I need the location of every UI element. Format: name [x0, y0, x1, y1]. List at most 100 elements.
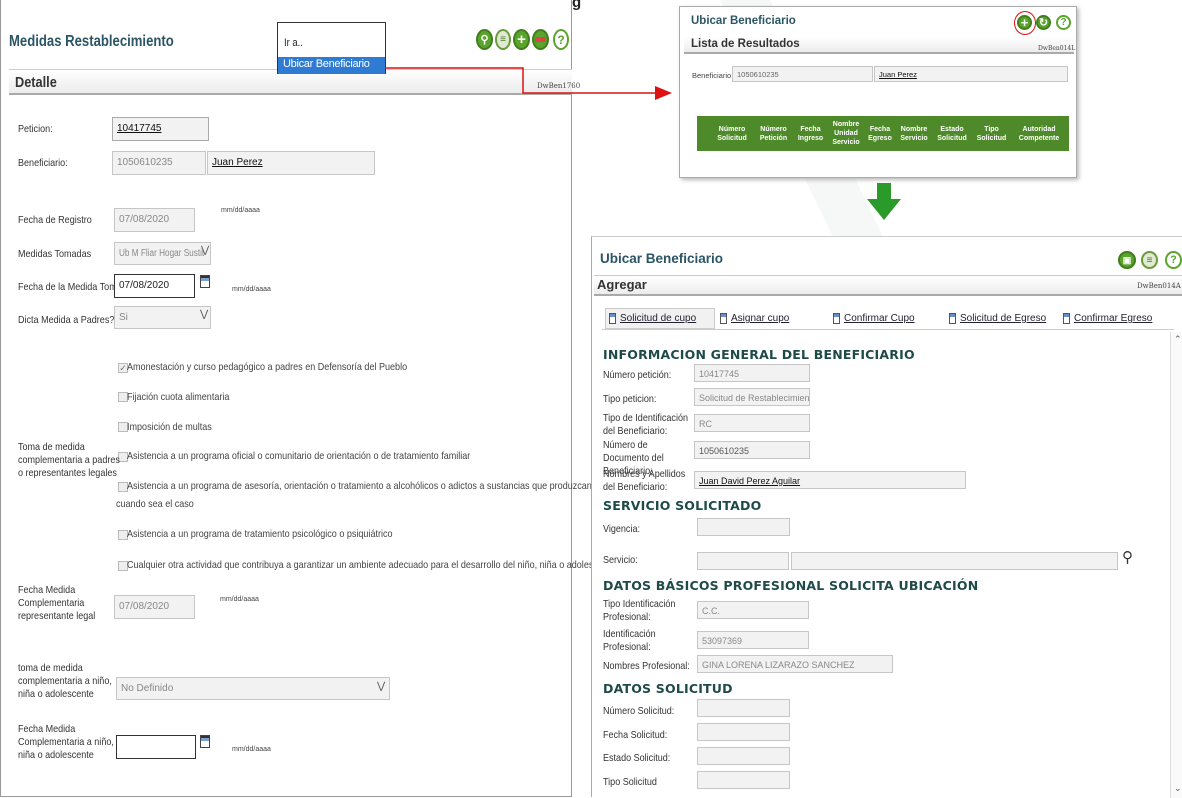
checkbox-label-0: Amonestación y curso pedagógico a padres…: [127, 361, 408, 373]
vigencia-label: Vigencia:: [603, 523, 640, 535]
help-icon[interactable]: ?: [1056, 15, 1071, 30]
beneficiario-name-field[interactable]: Juan Perez: [207, 151, 375, 175]
estado-sol-field[interactable]: [697, 747, 790, 765]
num-sol-label: Número Solicitud:: [603, 705, 675, 717]
search-panel: Ubicar Beneficiario + ↻ ? Lista de Resul…: [679, 6, 1077, 178]
tipo-id-field: RC: [694, 414, 810, 432]
tipo-peticion-label: Tipo peticion:: [603, 393, 657, 405]
col-autoridad-competente[interactable]: Autoridad Competente: [1011, 125, 1067, 143]
calendar-icon: [720, 313, 727, 324]
checkbox-label-4b: cuando sea el caso: [116, 498, 194, 510]
beneficiario-id-field: 1050610235: [112, 151, 206, 175]
results-table-header-cols: Número Solicitud Número Petición Fecha Ingr…: [697, 116, 1069, 151]
add-icon[interactable]: +: [1017, 15, 1032, 30]
calendar-icon[interactable]: [200, 735, 210, 748]
fecha-comp-label: Fecha Medida Complementaria representant…: [18, 584, 96, 622]
fecha-sol-field[interactable]: [697, 723, 790, 741]
id-prof-field: 53097369: [697, 631, 809, 649]
left-panel: Medidas Restablecimiento ⚲ ≡ + ? Detalle…: [0, 0, 649, 797]
date-format-hint: mm/dd/aaaa: [232, 286, 271, 293]
date-format-hint: mm/dd/aaaa: [232, 746, 271, 753]
tab-confirmar-cupo[interactable]: Confirmar Cupo: [833, 308, 915, 329]
section-servicio: SERVICIO SOLICITADO: [603, 498, 762, 513]
num-peticion-field: 10417745: [694, 364, 810, 382]
calendar-icon[interactable]: [200, 275, 210, 288]
num-peticion-label: Número petición:: [603, 369, 672, 381]
date-format-hint: mm/dd/aaaa: [220, 596, 259, 603]
section-info: INFORMACION GENERAL DEL BENEFICIARIO: [603, 347, 915, 362]
date-format-hint: mm/dd/aaaa: [221, 207, 260, 214]
col-fecha-egreso[interactable]: Fecha Egreso: [864, 125, 896, 143]
search-code: DwBen014L: [1038, 45, 1076, 52]
nombres-prof-field: GINA LORENA LIZARAZO SANCHEZ: [697, 655, 893, 673]
medidas-tomadas-value: Ub M Fliar Hogar Sustit: [119, 248, 205, 259]
chevron-down-icon: ⋁: [200, 309, 209, 320]
search-icon[interactable]: ⚲: [476, 29, 493, 50]
nombres-label: Nombres y Apellidos del Beneficiario:: [603, 468, 686, 493]
num-doc-field: 1050610235: [694, 441, 810, 459]
scroll-up-icon[interactable]: ⌃: [1174, 334, 1182, 345]
help-icon[interactable]: ?: [553, 29, 569, 50]
fecha-nino-field[interactable]: [116, 735, 196, 759]
beneficiario-label: Beneficiario:: [18, 157, 68, 169]
fecha-registro-label: Fecha de Registro: [18, 214, 92, 226]
vigencia-field[interactable]: [697, 518, 790, 536]
col-estado-solicitud[interactable]: Estado Solicitud: [932, 125, 972, 143]
toma-nino-select[interactable]: No Definido: [116, 677, 390, 700]
add-panel: Ubicar Beneficiario ▣ ≡ ? Agregar DwBen0…: [591, 236, 1182, 798]
list-icon[interactable]: ≡: [495, 29, 511, 50]
medidas-tomadas-label: Medidas Tomadas: [18, 248, 92, 260]
scroll-down-icon[interactable]: ⌄: [1174, 783, 1182, 794]
checkbox-label-6: Cualquier otra actividad que contribuya …: [127, 559, 616, 571]
fecha-nino-label: Fecha Medida Complementaria a niño, niña…: [18, 723, 114, 761]
tab-solicitud-cupo[interactable]: Solicitud de cupo: [605, 308, 715, 329]
tab-confirmar-egreso[interactable]: Confirmar Egreso: [1063, 308, 1152, 329]
medidas-tomadas-select[interactable]: Ub M Fliar Hogar Sustit: [114, 242, 211, 265]
remove-icon[interactable]: [532, 29, 549, 50]
search-icon[interactable]: ⚲: [1122, 548, 1133, 566]
dicta-select[interactable]: Si: [114, 306, 211, 329]
fecha-registro-field: 07/08/2020: [114, 208, 195, 232]
calendar-icon: [949, 313, 956, 324]
scrollbar[interactable]: ⌃ ⌄: [1170, 332, 1182, 798]
nombres-field[interactable]: Juan David Perez Aguilar: [694, 471, 966, 489]
tipo-sol-field[interactable]: [697, 771, 790, 789]
search-beneficiario-id: 1050610235: [732, 66, 873, 82]
col-fecha-ingreso[interactable]: Fecha Ingreso: [793, 125, 828, 143]
col-nombre-servicio[interactable]: Nombre Servicio: [896, 125, 932, 143]
help-icon[interactable]: ?: [1165, 251, 1182, 269]
search-beneficiario-name[interactable]: Juan Perez: [874, 66, 1068, 82]
green-arrow-down: [867, 183, 901, 220]
checkbox-label-2: Imposición de multas: [127, 421, 212, 433]
search-panel-title: Ubicar Beneficiario: [691, 15, 796, 27]
save-icon[interactable]: ▣: [1118, 251, 1136, 269]
col-tipo-solicitud[interactable]: Tipo Solicitud: [972, 125, 1011, 143]
checkbox-label-3: Asistencia a un programa oficial o comun…: [127, 450, 471, 462]
num-sol-field[interactable]: [697, 699, 790, 717]
goto-option-ubicar[interactable]: Ubicar Beneficiario: [278, 57, 385, 74]
peticion-field[interactable]: 10417745: [112, 117, 209, 141]
tab-asignar-cupo[interactable]: Asignar cupo: [720, 308, 789, 329]
checkbox-label-1: Fijación cuota alimentaria: [127, 391, 230, 403]
add-code: DwBen014A: [1137, 282, 1181, 290]
tipo-id-prof-label: Tipo Identificación Profesional:: [603, 598, 676, 623]
add-icon[interactable]: +: [513, 29, 530, 50]
tipo-peticion-field: Solicitud de Restablecimient: [694, 388, 810, 406]
goto-dropdown[interactable]: Ir a.. Ubicar Beneficiario: [277, 22, 386, 74]
servicio-name-field[interactable]: [791, 552, 1118, 570]
results-title: Lista de Resultados: [691, 38, 800, 50]
col-numero-peticion[interactable]: Número Petición: [754, 125, 793, 143]
nombres-prof-label: Nombres Profesional:: [603, 660, 690, 672]
agregar-header: [594, 275, 1182, 296]
list-icon[interactable]: ≡: [1141, 251, 1158, 269]
tab-solicitud-egreso[interactable]: Solicitud de Egreso: [949, 308, 1046, 329]
col-nombre-unidad[interactable]: Nombre Unidad Servicio: [828, 120, 864, 147]
col-numero-solicitud[interactable]: Número Solicitud: [710, 125, 754, 143]
fecha-sol-label: Fecha Solicitud:: [603, 729, 668, 741]
refresh-icon[interactable]: ↻: [1036, 15, 1051, 30]
servicio-code-field[interactable]: [697, 552, 789, 570]
fecha-medida-field[interactable]: 07/08/2020: [114, 274, 195, 298]
toma-nino-label: toma de medida complementaria a niño, ni…: [18, 662, 112, 700]
detail-title: Detalle: [15, 74, 57, 91]
search-beneficiario-label: Beneficiario:: [692, 71, 734, 80]
